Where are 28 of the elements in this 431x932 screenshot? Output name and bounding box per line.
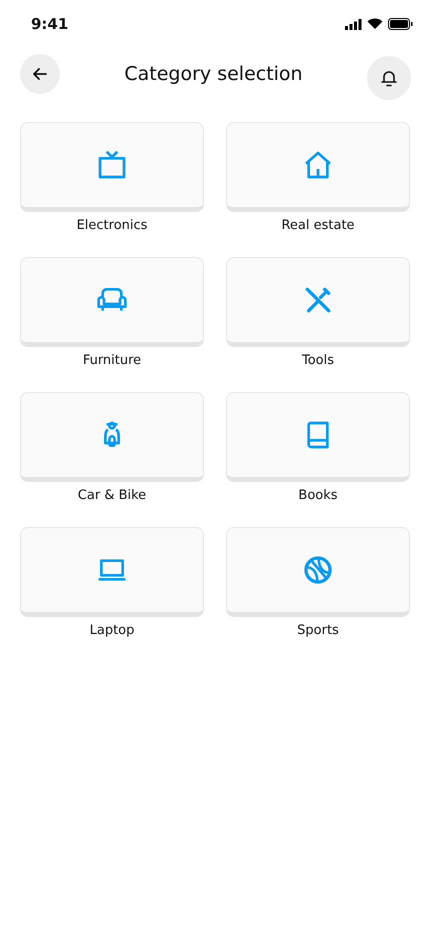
category-card[interactable]	[20, 527, 204, 617]
battery-icon	[388, 18, 413, 30]
wifi-icon	[367, 18, 383, 30]
category-card[interactable]	[20, 122, 204, 212]
signal-icon	[345, 18, 362, 30]
basketball-icon	[302, 554, 334, 586]
page-title: Category selection	[124, 63, 303, 85]
tv-icon	[96, 149, 128, 181]
category-label: Electronics	[76, 218, 148, 233]
category-card[interactable]	[226, 392, 410, 482]
back-arrow-icon	[32, 66, 48, 82]
status-time: 9:41	[31, 15, 68, 33]
category-card[interactable]	[226, 257, 410, 347]
bell-icon	[380, 69, 397, 87]
category-card[interactable]	[226, 527, 410, 617]
category-label: Books	[298, 488, 338, 503]
category-label: Tools	[302, 353, 334, 368]
category-label: Sports	[297, 623, 339, 638]
category-label: Car & Bike	[78, 488, 146, 503]
category-card[interactable]	[20, 392, 204, 482]
category-card[interactable]	[226, 122, 410, 212]
category-label: Real estate	[281, 218, 355, 233]
back-button[interactable]	[20, 54, 60, 94]
house-icon	[302, 149, 334, 181]
notifications-button[interactable]	[366, 56, 411, 100]
category-label: Furniture	[82, 353, 142, 368]
category-card[interactable]	[20, 257, 204, 347]
category-label: Laptop	[90, 623, 134, 638]
